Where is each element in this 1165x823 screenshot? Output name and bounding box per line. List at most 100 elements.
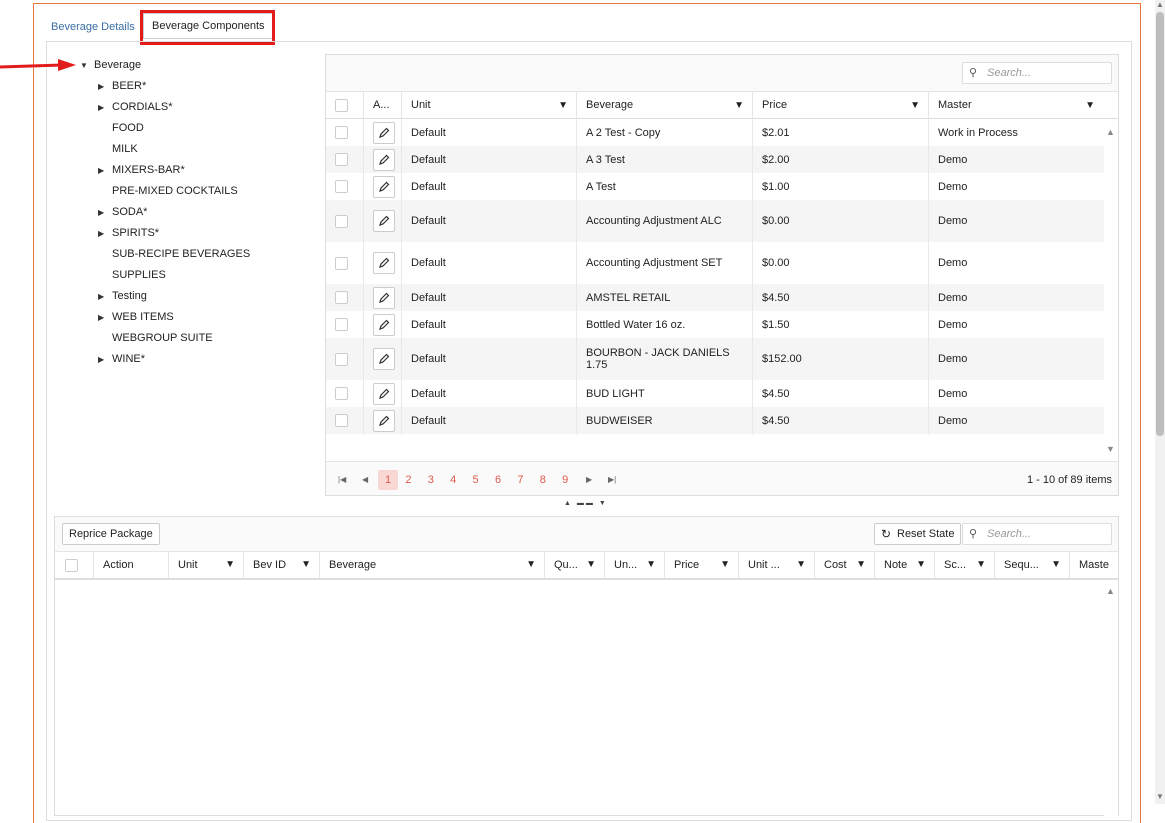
page-9-link[interactable]: 9 [557, 470, 573, 490]
page-3-link[interactable]: 3 [423, 470, 439, 490]
page-5-link[interactable]: 5 [468, 470, 484, 490]
tree-item[interactable]: ▶ BEER* [98, 80, 146, 92]
filter-icon[interactable]: ▼ [734, 92, 744, 119]
col-header[interactable]: Cost ▼ [814, 552, 874, 578]
col-header[interactable]: Unit ... ▼ [738, 552, 814, 578]
tree-item[interactable]: ▶ CORDIALS* [98, 101, 173, 113]
filter-icon[interactable]: ▼ [976, 552, 986, 578]
scroll-down-icon[interactable]: ▼ [1156, 792, 1164, 801]
edit-button[interactable] [373, 175, 395, 198]
components-search-input[interactable]: ⚲ Search... [962, 523, 1112, 545]
reprice-package-button[interactable]: Reprice Package [62, 523, 160, 545]
row-checkbox[interactable] [335, 291, 348, 304]
filter-icon[interactable]: ▼ [916, 552, 926, 578]
col-header[interactable]: Sc... ▼ [934, 552, 994, 578]
row-checkbox[interactable] [335, 180, 348, 193]
col-action[interactable]: A... [363, 92, 401, 119]
table-row[interactable]: Default Accounting Adjustment ALC $0.00 Dem… [326, 200, 1104, 242]
caret-right-icon[interactable]: ▶ [98, 82, 112, 91]
row-checkbox[interactable] [335, 256, 348, 270]
tree-item[interactable]: ▶ SPIRITS* [98, 227, 159, 239]
page-4-link[interactable]: 4 [445, 470, 461, 490]
col-header[interactable]: Beverage ▼ [319, 552, 544, 578]
reset-state-button[interactable]: ↻ Reset State [874, 523, 962, 545]
tree-root[interactable]: ▼ Beverage [80, 59, 141, 71]
splitter-handle-icon[interactable]: ▲ ▬▬ ▼ [564, 500, 608, 507]
scroll-up-icon[interactable]: ▲ [1106, 586, 1115, 596]
table-row[interactable]: Default BOURBON - JACK DANIELS 1.75 $152.0… [326, 338, 1104, 380]
caret-right-icon[interactable]: ▶ [98, 208, 112, 217]
edit-button[interactable] [373, 313, 395, 336]
edit-button[interactable] [373, 286, 395, 309]
filter-icon[interactable]: ▼ [558, 92, 568, 119]
row-checkbox[interactable] [335, 318, 348, 331]
col-header[interactable]: Note ▼ [874, 552, 934, 578]
col-unit[interactable]: Unit ▼ [401, 92, 576, 119]
filter-icon[interactable]: ▼ [1085, 92, 1095, 119]
table-row[interactable]: Default A 2 Test - Copy $2.01 Work in Proce… [326, 119, 1104, 146]
caret-right-icon[interactable]: ▶ [98, 355, 112, 364]
col-header[interactable]: Qu... ▼ [544, 552, 604, 578]
next-page-icon[interactable]: ▶ [586, 470, 592, 490]
table-row[interactable]: Default AMSTEL RETAIL $4.50 Demo [326, 284, 1104, 311]
row-checkbox[interactable] [335, 214, 348, 228]
beverage-search-input[interactable]: ⚲ Search... [962, 62, 1112, 84]
caret-right-icon[interactable]: ▶ [98, 313, 112, 322]
col-header[interactable]: Bev ID ▼ [243, 552, 319, 578]
table-row[interactable]: Default A Test $1.00 Demo [326, 173, 1104, 200]
col-header[interactable]: Sequ... ▼ [994, 552, 1069, 578]
col-header[interactable]: Un... ▼ [604, 552, 664, 578]
select-all-checkbox[interactable] [65, 559, 78, 572]
col-header[interactable]: Action [93, 552, 168, 578]
edit-button[interactable] [373, 210, 395, 232]
filter-icon[interactable]: ▼ [856, 552, 866, 578]
tree-item[interactable]: ▶ WINE* [98, 353, 145, 365]
tree-item[interactable]: WEBGROUP SUITE [98, 332, 213, 344]
tree-item[interactable]: SUB-RECIPE BEVERAGES [98, 248, 250, 260]
tree-item[interactable]: SUPPLIES [98, 269, 166, 281]
prev-page-icon[interactable]: ◀ [362, 470, 368, 490]
row-checkbox[interactable] [335, 414, 348, 427]
col-beverage[interactable]: Beverage ▼ [576, 92, 752, 119]
tree-item[interactable]: ▶ Testing [98, 290, 147, 302]
scroll-up-icon[interactable]: ▲ [1156, 0, 1164, 9]
table-row[interactable]: Default A 3 Test $2.00 Demo [326, 146, 1104, 173]
tree-item[interactable]: PRE-MIXED COCKTAILS [98, 185, 238, 197]
row-checkbox[interactable] [335, 352, 348, 366]
page-scrollbar[interactable]: ▲ ▼ [1155, 0, 1165, 804]
page-6-link[interactable]: 6 [490, 470, 506, 490]
col-master[interactable]: Master ▼ [928, 92, 1103, 119]
tree-item[interactable]: ▶ WEB ITEMS [98, 311, 174, 323]
edit-button[interactable] [373, 382, 395, 405]
tree-item[interactable]: MILK [98, 143, 138, 155]
beverage-grid-scrollbar[interactable]: ▲ ▼ [1104, 119, 1118, 461]
components-grid-scrollbar[interactable]: ▲ [1104, 580, 1118, 820]
edit-button[interactable] [373, 148, 395, 171]
last-page-icon[interactable]: ▶| [608, 470, 616, 490]
page-7-link[interactable]: 7 [512, 470, 528, 490]
caret-right-icon[interactable]: ▶ [98, 292, 112, 301]
row-checkbox[interactable] [335, 153, 348, 166]
edit-button[interactable] [373, 121, 395, 144]
filter-icon[interactable]: ▼ [526, 552, 536, 578]
edit-button[interactable] [373, 409, 395, 432]
filter-icon[interactable]: ▼ [586, 552, 596, 578]
first-page-icon[interactable]: |◀ [338, 470, 346, 490]
page-1-link[interactable]: 1 [378, 470, 398, 490]
table-row[interactable]: Default BUD LIGHT $4.50 Demo [326, 380, 1104, 407]
page-2-link[interactable]: 2 [400, 470, 416, 490]
filter-icon[interactable]: ▼ [796, 552, 806, 578]
filter-icon[interactable]: ▼ [301, 552, 311, 578]
caret-right-icon[interactable]: ▶ [98, 166, 112, 175]
select-all-checkbox[interactable] [335, 99, 348, 112]
edit-button[interactable] [373, 252, 395, 274]
caret-down-icon[interactable]: ▼ [80, 61, 94, 70]
caret-right-icon[interactable]: ▶ [98, 103, 112, 112]
tree-item[interactable]: ▶ MIXERS-BAR* [98, 164, 185, 176]
filter-icon[interactable]: ▼ [910, 92, 920, 119]
page-8-link[interactable]: 8 [535, 470, 551, 490]
row-checkbox[interactable] [335, 387, 348, 400]
col-header[interactable]: Maste [1069, 552, 1119, 578]
filter-icon[interactable]: ▼ [646, 552, 656, 578]
filter-icon[interactable]: ▼ [225, 552, 235, 578]
